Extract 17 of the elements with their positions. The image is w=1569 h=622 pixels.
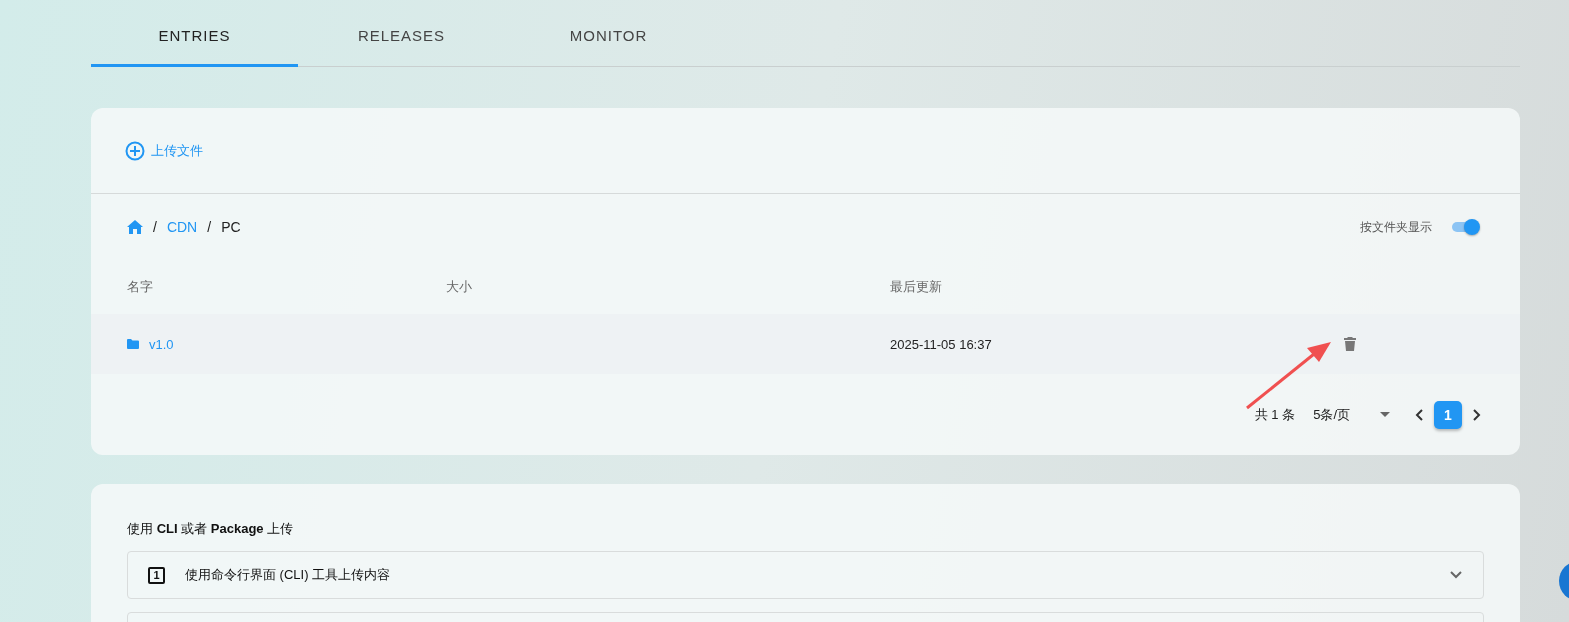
step-label: 使用命令行界面 (CLI) 工具上传内容 xyxy=(185,566,392,584)
page-size-select[interactable]: 5条/页 xyxy=(1313,405,1390,424)
column-header: 名字 xyxy=(127,278,154,296)
tab[interactable]: ENTRIES xyxy=(91,0,298,67)
column-header: 最后更新 xyxy=(890,278,943,296)
toggle-label: 按文件夹显示 xyxy=(1360,218,1432,236)
total-count: 共 1 条 xyxy=(1254,405,1296,424)
column-header: 大小 xyxy=(446,278,473,296)
accordion-item[interactable]: 1 使用命令行界面 (CLI) 工具上传内容 xyxy=(127,551,1484,599)
tab[interactable]: RELEASES xyxy=(298,0,505,67)
step-number: 1 xyxy=(148,566,165,584)
breadcrumb-separator: / xyxy=(153,219,157,235)
section-title: 使用 CLI 或者 Package 上传 xyxy=(127,520,295,538)
table-cell-text: 2025-11-05 16:37 xyxy=(890,336,993,352)
breadcrumb-separator: / xyxy=(207,219,212,235)
breadcrumb-link[interactable]: PC xyxy=(221,219,241,235)
tab[interactable]: MONITOR xyxy=(505,0,712,67)
